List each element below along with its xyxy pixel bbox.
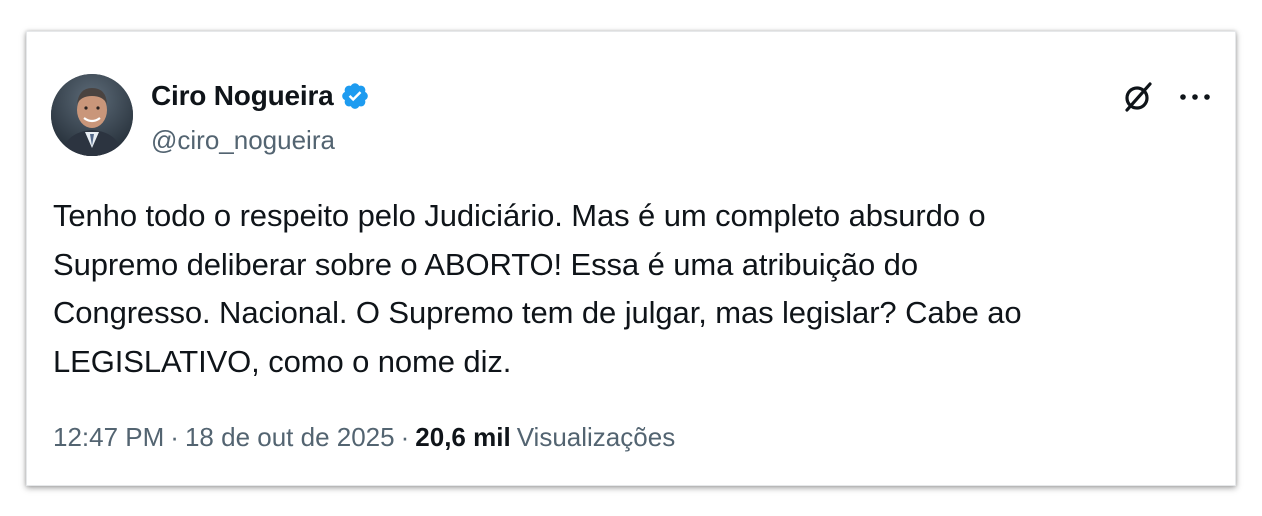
views-count: 20,6 mil (415, 422, 511, 452)
tweet-text: Tenho todo o respeito pelo Judiciário. M… (53, 192, 1213, 386)
author-handle[interactable]: @ciro_nogueira (151, 125, 335, 156)
avatar-photo (51, 74, 133, 156)
views-label: Visualizações (516, 422, 676, 452)
tweet-line: Tenho todo o respeito pelo Judiciário. M… (53, 198, 986, 233)
tweet-date[interactable]: 18 de out de 2025 (185, 422, 395, 453)
author-name-row: Ciro Nogueira (151, 80, 370, 112)
meta-separator: · (400, 422, 410, 452)
grok-icon[interactable] (1121, 80, 1155, 114)
verified-badge-icon[interactable] (340, 81, 370, 111)
tweet-line: LEGISLATIVO, como o nome diz. (53, 343, 512, 379)
tweet-meta: 12:47 PM · 18 de out de 2025 · 20,6 mil … (53, 422, 675, 453)
meta-separator: · (170, 422, 179, 452)
avatar[interactable] (51, 74, 133, 156)
author-name[interactable]: Ciro Nogueira (151, 80, 334, 112)
tweet-line: Congresso. Nacional. O Supremo tem de ju… (53, 295, 1022, 330)
more-options-icon[interactable] (1175, 84, 1215, 110)
tweet-card: Ciro Nogueira @ciro_nogueira Tenho todo … (26, 31, 1236, 486)
tweet-line: Supremo deliberar sobre o ABORTO! Essa é… (53, 246, 918, 282)
tweet-time[interactable]: 12:47 PM (53, 422, 164, 453)
